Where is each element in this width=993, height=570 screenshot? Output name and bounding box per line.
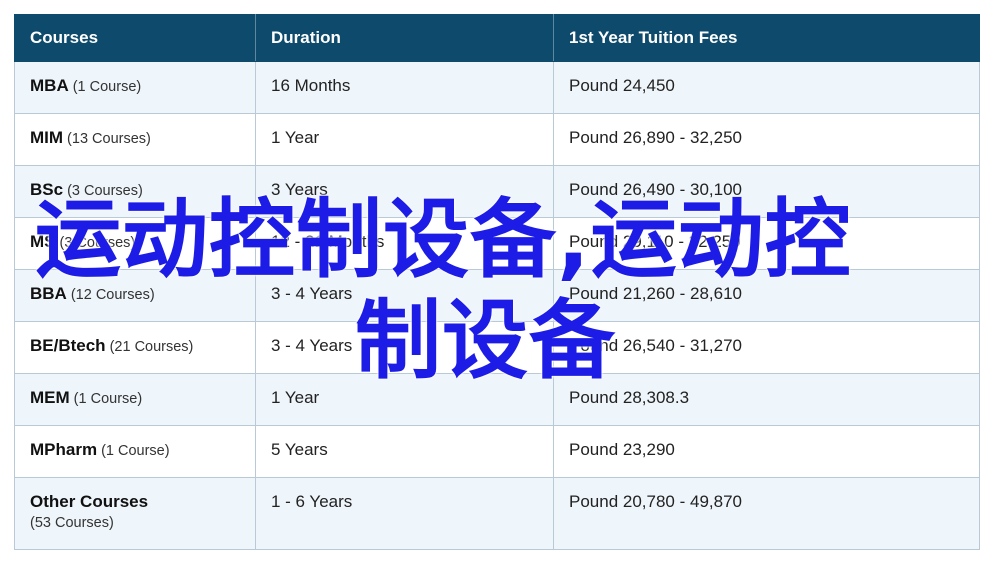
course-cell: MPharm (1 Course) <box>14 425 256 478</box>
duration-cell: 5 Years <box>255 425 554 478</box>
fees-cell: Pound 20,780 - 49,870 <box>553 477 980 550</box>
duration-cell: 16 Months <box>255 61 554 114</box>
duration-cell: 1 Year <box>255 113 554 166</box>
course-name-link[interactable]: MS <box>30 232 56 251</box>
fees-cell: Pound 29,110 - 32,250 <box>553 217 980 270</box>
course-cell: Other Courses (53 Courses) <box>14 477 256 550</box>
duration-cell: 3 Years <box>255 165 554 218</box>
course-count: (3 Courses) <box>59 235 136 251</box>
table-row: BE/Btech (21 Courses) 3 - 4 Years Pound 2… <box>14 321 980 374</box>
table-row: BSc (3 Courses) 3 Years Pound 26,490 - 30… <box>14 165 980 218</box>
duration-cell: 3 - 4 Years <box>255 269 554 322</box>
course-count: (13 Courses) <box>67 131 151 147</box>
table-row: MS (3 Courses) 12 - 21 Months Pound 29,11… <box>14 217 980 270</box>
course-name-link[interactable]: BE/Btech <box>30 336 106 355</box>
table-row: MPharm (1 Course) 5 Years Pound 23,290 <box>14 425 980 478</box>
course-name-link[interactable]: MPharm <box>30 440 97 459</box>
course-cell: MBA (1 Course) <box>14 61 256 114</box>
header-row: Courses Duration 1st Year Tuition Fees <box>14 14 980 62</box>
fees-cell: Pound 26,890 - 32,250 <box>553 113 980 166</box>
course-cell: MS (3 Courses) <box>14 217 256 270</box>
course-name-link[interactable]: MEM <box>30 388 70 407</box>
table-row: MIM (13 Courses) 1 Year Pound 26,890 - 32… <box>14 113 980 166</box>
course-count: (3 Courses) <box>67 183 143 199</box>
fees-cell: Pound 21,260 - 28,610 <box>553 269 980 322</box>
table-row: BBA (12 Courses) 3 - 4 Years Pound 21,260… <box>14 269 980 322</box>
course-name-link[interactable]: BSc <box>30 180 63 199</box>
duration-cell: 3 - 4 Years <box>255 321 554 374</box>
course-name-link[interactable]: BBA <box>30 284 67 303</box>
course-name-link[interactable]: MIM <box>30 128 63 147</box>
course-count: (21 Courses) <box>109 339 194 355</box>
table-body: MBA (1 Course) 16 Months Pound 24,450 MIM… <box>14 61 980 550</box>
table-row: Other Courses (53 Courses) 1 - 6 Years Po… <box>14 477 980 550</box>
fees-cell: Pound 26,490 - 30,100 <box>553 165 980 218</box>
fees-cell: Pound 24,450 <box>553 61 980 114</box>
courses-table: Courses Duration 1st Year Tuition Fees M… <box>14 14 980 550</box>
course-cell: BBA (12 Courses) <box>14 269 256 322</box>
course-cell: MEM (1 Course) <box>14 373 256 426</box>
duration-cell: 1 - 6 Years <box>255 477 554 550</box>
table-header: Courses Duration 1st Year Tuition Fees <box>14 14 980 62</box>
course-cell: BSc (3 Courses) <box>14 165 256 218</box>
course-count: (1 Course) <box>73 391 143 407</box>
course-name-link[interactable]: Other Courses <box>30 492 148 511</box>
header-duration[interactable]: Duration <box>255 14 554 62</box>
header-courses[interactable]: Courses <box>14 14 256 62</box>
course-count: (1 Course) <box>101 443 170 459</box>
course-count: (12 Courses) <box>70 287 155 303</box>
course-cell: MIM (13 Courses) <box>14 113 256 166</box>
course-name-link[interactable]: MBA <box>30 76 69 95</box>
course-count: (53 Courses) <box>30 515 114 531</box>
duration-cell: 1 Year <box>255 373 554 426</box>
table-row: MEM (1 Course) 1 Year Pound 28,308.3 <box>14 373 980 426</box>
fees-cell: Pound 23,290 <box>553 425 980 478</box>
fees-cell: Pound 26,540 - 31,270 <box>553 321 980 374</box>
course-count: (1 Course) <box>72 79 142 95</box>
fees-cell: Pound 28,308.3 <box>553 373 980 426</box>
course-cell: BE/Btech (21 Courses) <box>14 321 256 374</box>
duration-cell: 12 - 21 Months <box>255 217 554 270</box>
header-fees[interactable]: 1st Year Tuition Fees <box>553 14 980 62</box>
table-row: MBA (1 Course) 16 Months Pound 24,450 <box>14 61 980 114</box>
